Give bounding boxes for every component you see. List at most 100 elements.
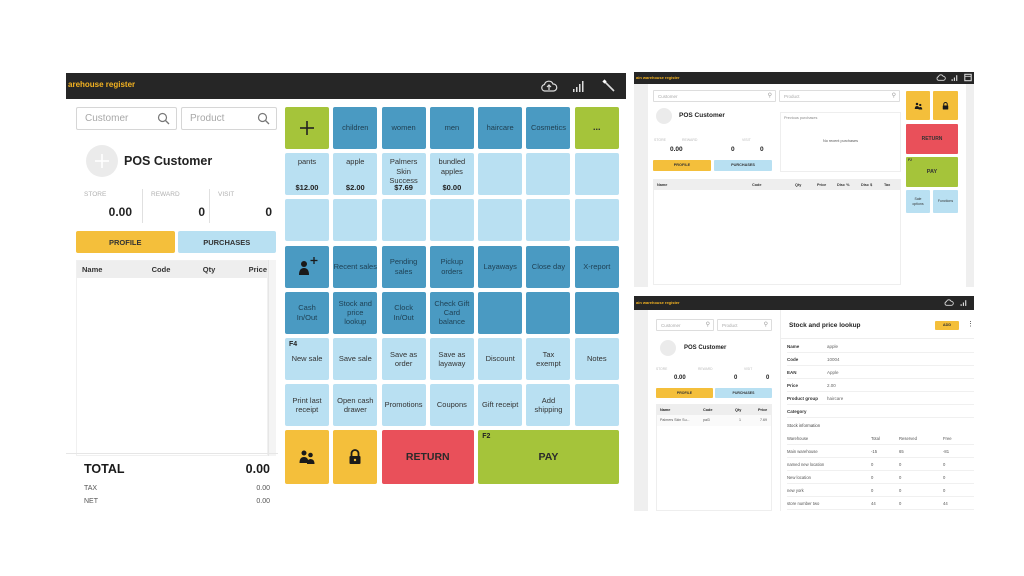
product-search-field[interactable] [181,107,277,130]
more-options-icon[interactable]: ⋮ [967,320,974,328]
empty-product-slot[interactable] [478,153,523,196]
product-tile[interactable]: Palmers Skin Success $7.69 [381,153,426,196]
save-as-order-button[interactable]: Save as order [381,337,426,380]
notes-button[interactable]: Notes [574,337,619,380]
purchases-button[interactable]: PURCHASES [714,160,772,171]
empty-function-slot[interactable] [478,291,523,334]
return-button[interactable]: RETURN [381,430,474,485]
category-haircare[interactable]: haircare [478,107,523,149]
product-search-field[interactable]: Product ⚲ [717,319,772,331]
pickup-orders-button[interactable]: Pickup orders [429,245,474,288]
stock-price-lookup-button[interactable]: Stock and price lookup [333,291,378,334]
empty-product-slot[interactable] [429,199,474,242]
category-cosmetics[interactable]: Cosmetics [526,107,571,149]
sale-options-button[interactable]: Sale options [906,190,930,213]
open-cash-drawer-button[interactable]: Open cash drawer [333,384,378,427]
new-sale-button[interactable]: F4 New sale [285,337,329,380]
add-customer-button[interactable] [285,245,329,288]
save-as-layaway-button[interactable]: Save as layaway [429,337,474,380]
check-gift-card-button[interactable]: Check Gift Card balance [429,291,474,334]
customer-search-field[interactable]: Customer ⚲ [656,319,714,331]
signal-icon[interactable] [570,77,588,95]
promotions-button[interactable]: Promotions [381,384,426,427]
more-button[interactable]: ... [574,107,619,149]
category-men[interactable]: men [429,107,474,149]
add-customer-avatar[interactable] [656,108,672,124]
empty-product-slot[interactable] [574,153,619,196]
wand-icon[interactable] [600,77,618,95]
print-last-receipt-button[interactable]: Print last receipt [285,384,329,427]
button-label: Add shipping [534,395,563,415]
purchases-button[interactable]: PURCHASES [177,231,276,253]
col-code: Code [151,265,171,274]
empty-product-slot[interactable] [574,199,619,242]
add-customer-avatar[interactable] [660,340,676,356]
search-icon[interactable]: ⚲ [764,321,768,328]
empty-function-slot[interactable] [574,291,619,334]
profile-button[interactable]: PROFILE [76,231,175,253]
cloud-upload-icon[interactable] [540,77,558,95]
row-qty: 1 [739,418,741,422]
add-shipping-button[interactable]: Add shipping [526,384,571,427]
add-customer-avatar[interactable] [86,145,118,177]
customer-search-input[interactable] [77,108,155,129]
empty-product-slot[interactable] [381,199,426,242]
customer-search-field[interactable] [76,107,177,130]
stock-row: Main warehouse -15 65 -81 [787,445,974,458]
x-report-button[interactable]: X-report [574,245,619,288]
lookup-title: Stock and price lookup [789,322,861,329]
pay-button[interactable]: F2 PAY [906,157,958,187]
field-value: 10004 [827,356,840,362]
product-price: $12.00 [295,182,319,192]
coupons-button[interactable]: Coupons [429,384,474,427]
product-search-input[interactable] [182,108,260,129]
empty-product-slot[interactable] [526,153,571,196]
close-day-button[interactable]: Close day [526,245,571,288]
search-icon[interactable]: ⚲ [768,92,772,99]
profile-button[interactable]: PROFILE [656,388,713,398]
top-bar: arehouse register [66,73,626,99]
empty-sale-slot[interactable] [574,384,619,427]
empty-product-slot[interactable] [285,199,329,242]
discount-button[interactable]: Discount [478,337,523,380]
search-icon[interactable] [157,112,170,130]
empty-product-slot[interactable] [478,199,523,242]
pay-button[interactable]: F2 PAY [478,430,619,485]
category-children[interactable]: children [333,107,378,149]
empty-product-slot[interactable] [526,199,571,242]
pending-sales-button[interactable]: Pending sales [381,245,426,288]
category-women[interactable]: women [381,107,426,149]
search-icon[interactable]: ⚲ [892,92,896,99]
cart-row[interactable]: Palmers Skin Su... pal3 1 7.69 [657,415,771,426]
search-icon[interactable]: ⚲ [706,321,710,328]
search-icon[interactable] [257,112,270,130]
add-button[interactable]: ADD [935,321,959,330]
recent-sales-button[interactable]: Recent sales [333,245,378,288]
cart-scrollbar[interactable] [268,260,276,456]
profile-button[interactable]: PROFILE [653,160,711,171]
customers-button[interactable] [285,430,329,485]
add-product-button[interactable] [285,107,329,149]
product-tile[interactable]: pants $12.00 [285,153,329,196]
return-button[interactable]: RETURN [906,124,958,154]
panel-title: Previous purchases [784,116,818,120]
functions-button[interactable]: Functions [933,190,958,213]
customer-search-field[interactable]: Customer ⚲ [653,90,776,102]
product-tile[interactable]: apple $2.00 [333,153,378,196]
empty-product-slot[interactable] [333,199,378,242]
clock-in-out-button[interactable]: Clock In/Out [381,291,426,334]
customers-button[interactable] [906,91,930,120]
lock-button[interactable] [933,91,958,120]
product-tile[interactable]: bundled apples $0.00 [429,153,474,196]
col-qty: Qty [795,183,802,187]
empty-function-slot[interactable] [526,291,571,334]
gift-receipt-button[interactable]: Gift receipt [478,384,523,427]
lock-button[interactable] [333,430,378,485]
save-sale-button[interactable]: Save sale [333,337,378,380]
purchases-button[interactable]: PURCHASES [715,388,772,398]
layaways-button[interactable]: Layaways [478,245,523,288]
stat-label: VISIT [744,367,753,371]
tax-exempt-button[interactable]: Tax exempt [526,337,571,380]
product-search-field[interactable]: Product ⚲ [779,90,900,102]
cash-in-out-button[interactable]: Cash In/Out [285,291,329,334]
